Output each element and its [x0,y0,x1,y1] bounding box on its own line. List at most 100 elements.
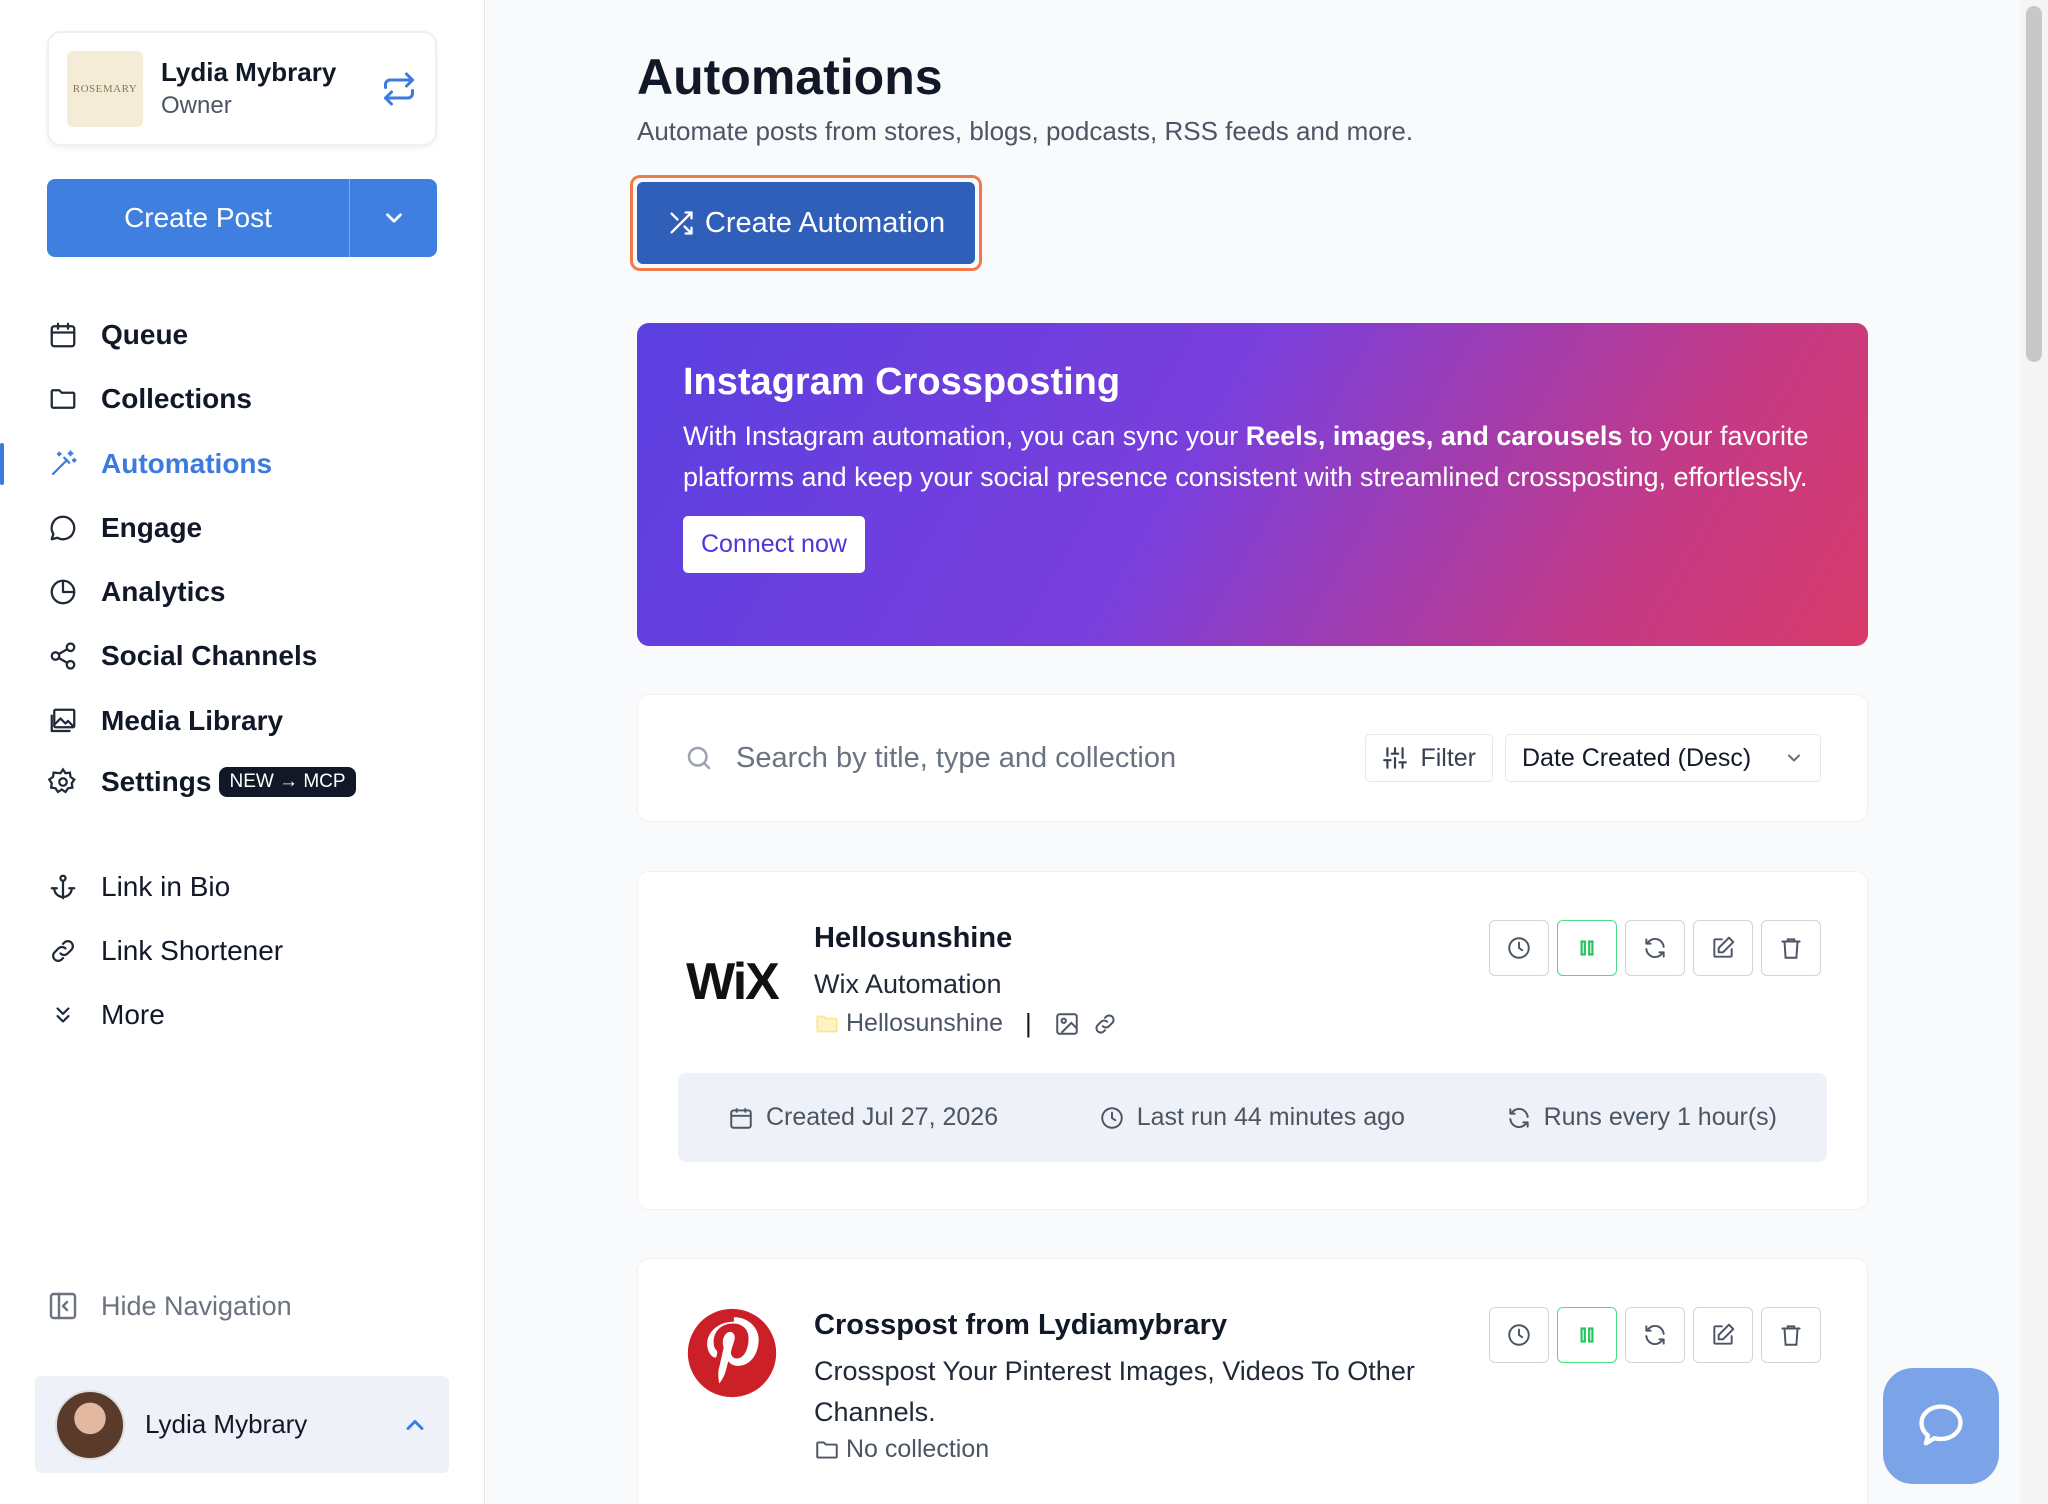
nav-label: Analytics [101,576,226,607]
edit-icon [1713,936,1735,958]
nav-item-more[interactable]: More [0,990,485,1040]
edit-button[interactable] [1693,1307,1753,1363]
pinterest-logo-icon [687,1308,777,1398]
gear-icon [47,766,79,798]
nav-item-queue[interactable]: Queue [0,310,485,360]
chevron-up-icon [406,1419,424,1430]
pause-icon [1580,1327,1594,1343]
hide-navigation-button[interactable]: Hide Navigation [47,1290,292,1322]
create-post-button[interactable]: Create Post [47,179,350,257]
sort-select[interactable]: Date Created (Desc) [1505,734,1821,782]
nav-label: Automations [101,448,273,479]
sidebar-collapse-icon [49,1292,77,1320]
nav-label: More [101,999,165,1030]
hide-navigation-label: Hide Navigation [101,1290,292,1321]
nav-label: Link in Bio [101,871,231,902]
wix-logo: WiX [684,934,780,1030]
folder-icon [816,1440,838,1459]
run-now-button[interactable] [1625,920,1685,976]
delete-button[interactable] [1761,1307,1821,1363]
clock-icon [1508,937,1530,959]
nav-item-engage[interactable]: Engage [0,503,485,553]
history-button[interactable] [1489,1307,1549,1363]
connect-now-button[interactable]: Connect now [683,516,865,573]
folder-icon [47,383,79,415]
promo-title: Instagram Crossposting [683,361,1121,403]
search-input[interactable] [736,741,1354,775]
folder-icon [816,1015,838,1032]
chat-icon [1919,1404,1963,1446]
chevron-down-icon [385,213,402,223]
page-scrollbar[interactable] [2020,0,2048,1504]
calendar-icon [47,319,79,351]
chevrons-down-icon [47,999,79,1031]
nav-label: Settings [101,766,212,797]
clock-icon [1100,1106,1123,1129]
nav-item-settings[interactable]: Settings NEW → MCP [0,757,485,807]
nav-item-social-channels[interactable]: Social Channels [0,631,485,681]
automation-description: Wix Automation [814,969,1002,999]
create-post-group: Create Post [47,179,437,257]
run-frequency: Runs every 1 hour(s) [1506,1103,1777,1132]
nav-label: Social Channels [101,640,318,671]
frequency-text: Runs every 1 hour(s) [1543,1103,1777,1131]
avatar [55,1389,125,1460]
nav-label: Link Shortener [101,935,284,966]
filter-button[interactable]: Filter [1365,734,1493,782]
nav-item-automations[interactable]: Automations [0,439,485,489]
collection-name: No collection [846,1435,990,1463]
support-chat-button[interactable] [1883,1368,1999,1484]
nav-label: Queue [101,319,189,350]
nav-item-link-shortener[interactable]: Link Shortener [0,926,485,976]
automation-actions [1489,1307,1821,1363]
create-automation-button[interactable]: Create Automation [637,182,975,264]
workspace-role: Owner [161,92,232,119]
automation-card[interactable]: Crosspost from Lydiamybrary Crosspost Yo… [637,1258,1868,1504]
clock-icon [1508,1324,1530,1346]
link-icon [47,935,79,967]
refresh-icon [1645,1325,1665,1345]
delete-button[interactable] [1761,920,1821,976]
workspace-switcher[interactable]: ROSEMARY Lydia Mybrary Owner [47,31,437,146]
nav-label: Collections [101,383,252,414]
user-menu[interactable]: Lydia Mybrary [35,1376,449,1473]
automation-card[interactable]: WiX Hellosunshine Wix Automation Hellosu… [637,871,1868,1210]
search-icon [687,746,711,770]
nav-label: Media Library [101,705,284,736]
share-icon [47,640,79,672]
meta-separator: | [1025,1008,1032,1038]
collection-name: Hellosunshine [846,1009,1004,1037]
create-automation-label: Create Automation [704,206,946,239]
edit-button[interactable] [1693,920,1753,976]
history-button[interactable] [1489,920,1549,976]
nav-item-link-in-bio[interactable]: Link in Bio [0,862,485,912]
pause-button[interactable] [1557,920,1617,976]
pinterest-logo [684,1305,780,1401]
create-post-dropdown[interactable] [350,179,437,257]
workspace-name: Lydia Mybrary [161,57,337,87]
pie-chart-icon [47,576,79,608]
nav-item-collections[interactable]: Collections [0,374,485,424]
nav-item-analytics[interactable]: Analytics [0,567,485,617]
switch-icon[interactable] [381,71,417,107]
sliders-icon [1383,747,1408,769]
wix-logo-text: WiX [686,953,780,1011]
chevron-down-icon [1787,754,1801,762]
calendar-icon [730,1107,752,1129]
create-automation-focus-ring: Create Automation [630,175,982,271]
promo-text-bold: Reels, images, and carousels [1245,421,1623,451]
scrollbar-thumb[interactable] [2026,6,2042,362]
anchor-icon [47,871,79,903]
refresh-icon [1508,1107,1529,1128]
page-title: Automations [637,49,943,105]
pause-button[interactable] [1557,1307,1617,1363]
nav-item-media-library[interactable]: Media Library [0,696,485,746]
trash-icon [1781,938,1801,959]
created-text: Created Jul 27, 2026 [766,1103,999,1131]
image-icon [1056,1012,1078,1035]
search-filter-bar: Filter Date Created (Desc) [637,694,1868,822]
automation-title: Hellosunshine [814,922,1013,954]
filter-label: Filter [1420,743,1476,772]
automation-meta: No collection [814,1435,989,1464]
run-now-button[interactable] [1625,1307,1685,1363]
